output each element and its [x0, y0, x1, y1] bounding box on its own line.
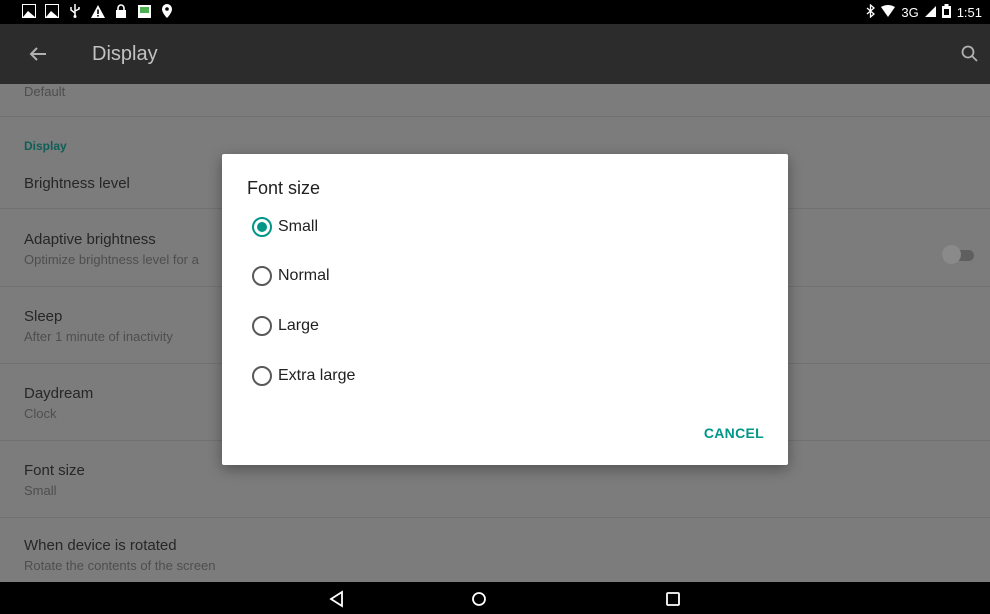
battery-icon [941, 4, 951, 22]
pref-title: When device is rotated [24, 537, 177, 554]
option-small[interactable]: Small [252, 216, 318, 238]
usb-icon [68, 4, 82, 18]
system-status: 3G 1:51 [866, 3, 982, 22]
radio-button[interactable] [252, 316, 272, 336]
pref-title: Sleep [24, 308, 63, 325]
app-notification-icon [137, 4, 151, 18]
divider [0, 116, 990, 117]
dialog-title: Font size [247, 178, 321, 198]
pref-title: Font size [24, 462, 85, 479]
pref-rotation[interactable]: When device is rotated Rotate the conten… [24, 537, 216, 573]
navigation-bar [0, 582, 990, 614]
divider [0, 517, 990, 518]
switch-thumb [942, 245, 961, 264]
category-header: Display [24, 139, 67, 153]
clock: 1:51 [956, 5, 982, 20]
font-size-dialog: Font size Small Normal Large Extra large… [222, 154, 788, 465]
pref-adaptive-brightness[interactable]: Adaptive brightness Optimize brightness … [24, 231, 199, 267]
pref-summary: Default [24, 84, 66, 99]
option-label: Extra large [278, 367, 356, 384]
pref-summary: Optimize brightness level for a [24, 252, 199, 267]
cell-signal-icon [924, 5, 936, 21]
cancel-button[interactable]: CANCEL [704, 425, 764, 441]
pref-summary: Clock [24, 406, 57, 421]
option-label: Small [278, 218, 319, 235]
radio-button[interactable] [252, 266, 272, 286]
home-icon[interactable] [470, 590, 488, 608]
notification-icons [22, 4, 174, 18]
bluetooth-icon [866, 3, 876, 22]
pref-title: Daydream [24, 385, 94, 402]
pref-previous-summary: Default [24, 84, 65, 99]
location-icon [160, 4, 174, 18]
recents-icon[interactable] [664, 590, 682, 608]
option-large[interactable]: Large [252, 315, 319, 337]
pref-summary: Small [24, 483, 57, 498]
back-arrow-icon[interactable] [26, 42, 50, 66]
radio-button-checked[interactable] [252, 217, 272, 237]
pref-brightness-level[interactable]: Brightness level [24, 175, 130, 192]
back-icon[interactable] [328, 590, 346, 608]
wifi-icon [881, 5, 896, 21]
pref-summary: Rotate the contents of the screen [24, 558, 216, 573]
image-notification-icon [22, 4, 36, 18]
page-title: Display [92, 43, 158, 65]
option-label: Large [278, 317, 319, 334]
option-label: Normal [278, 267, 330, 284]
pref-title: Brightness level [24, 175, 130, 192]
pref-summary: After 1 minute of inactivity [24, 329, 173, 344]
option-normal[interactable]: Normal [252, 265, 330, 287]
image-notification-icon [45, 4, 59, 18]
status-bar: 3G 1:51 [0, 0, 990, 24]
option-extra-large[interactable]: Extra large [252, 365, 355, 387]
warning-icon [91, 4, 105, 18]
pref-sleep[interactable]: Sleep After 1 minute of inactivity [24, 308, 173, 344]
pref-font-size[interactable]: Font size Small [24, 462, 85, 498]
radio-button[interactable] [252, 366, 272, 386]
search-icon[interactable] [960, 44, 980, 64]
app-bar: Display [0, 24, 990, 84]
pref-daydream[interactable]: Daydream Clock [24, 385, 93, 421]
lock-icon [114, 4, 128, 18]
adaptive-brightness-switch[interactable] [942, 245, 976, 264]
network-type: 3G [901, 5, 919, 20]
pref-title: Adaptive brightness [24, 231, 156, 248]
